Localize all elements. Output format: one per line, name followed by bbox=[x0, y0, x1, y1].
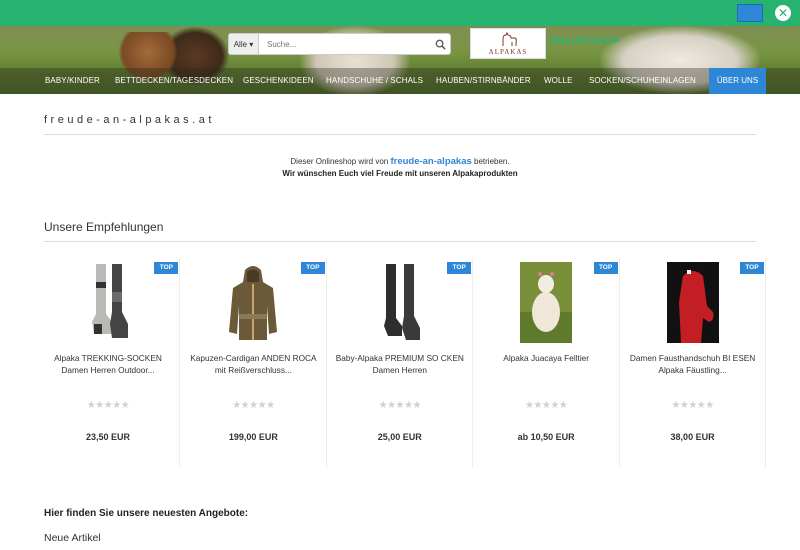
new-items-heading: Neue Artikel bbox=[44, 532, 101, 544]
logo-text: ALPAKAS bbox=[488, 48, 528, 56]
divider bbox=[44, 241, 756, 242]
product-card[interactable]: TOP Kapuzen-Cardigan ANDEN ROCA mit Reiß… bbox=[180, 258, 327, 468]
divider bbox=[44, 134, 756, 135]
banner-action-button[interactable] bbox=[737, 4, 763, 22]
top-badge: TOP bbox=[447, 262, 472, 274]
top-banner: ✕ bbox=[0, 0, 800, 26]
rating-stars: ★★★★★ bbox=[525, 400, 568, 411]
top-badge: TOP bbox=[739, 262, 764, 274]
mitten-image[interactable] bbox=[666, 262, 719, 343]
rating-stars: ★★★★★ bbox=[378, 400, 422, 411]
product-price: 199,00 EUR bbox=[228, 432, 278, 442]
product-card[interactable]: TOP Alpaka TREKKING-SOCKEN Damen Herren … bbox=[34, 258, 181, 468]
product-name[interactable]: Damen Fausthandschuh BI ESEN Alpaka Fäus… bbox=[626, 352, 760, 376]
top-badge: TOP bbox=[593, 262, 618, 274]
rating-stars: ★★★★★ bbox=[671, 400, 714, 411]
premium-socks-image[interactable] bbox=[373, 262, 426, 343]
product-card[interactable]: TOP Damen Fausthandschuh BI ESEN Alpaka … bbox=[620, 258, 766, 468]
product-price: 25,00 EUR bbox=[377, 432, 422, 442]
nav-item-ueber-uns[interactable]: ÜBER UNS bbox=[709, 68, 766, 94]
rating-stars: ★★★★★ bbox=[86, 400, 130, 411]
recommendations-heading: Unsere Empfehlungen bbox=[44, 220, 164, 234]
header: Alle ▾ ALPAKAS ONLINESHOP BABY/KINDER BE… bbox=[0, 26, 800, 94]
nav-item-handschuhe[interactable]: HANDSCHUHE / SCHALS bbox=[326, 68, 423, 94]
search-bar: Alle ▾ bbox=[228, 33, 451, 55]
cardigan-image[interactable] bbox=[227, 262, 280, 343]
intro-subtext: Wir wünschen Euch viel Freude mit unsere… bbox=[282, 169, 518, 178]
nav-item-geschenkideen[interactable]: GESCHENKIDEEN bbox=[243, 68, 314, 94]
search-icon[interactable] bbox=[430, 34, 450, 54]
rating-stars: ★★★★★ bbox=[232, 400, 275, 411]
product-card[interactable]: TOP Alpaka Juacaya Felltier ★★★★★ ab 10,… bbox=[473, 258, 620, 468]
search-input[interactable] bbox=[259, 39, 430, 49]
brand-link[interactable]: freude-an-alpakas bbox=[390, 156, 471, 167]
felltier-image[interactable] bbox=[520, 262, 573, 343]
intro-text-suffix: betrieben. bbox=[474, 157, 510, 166]
intro-text-prefix: Dieser Onlineshop wird von bbox=[290, 157, 389, 166]
product-name[interactable]: Kapuzen-Cardigan ANDEN ROCA mit Reißvers… bbox=[186, 352, 320, 376]
site-logo[interactable]: ALPAKAS bbox=[470, 28, 546, 59]
product-name[interactable]: Baby-Alpaka PREMIUM SO CKEN Damen Herren bbox=[333, 352, 467, 376]
page-title: freude-an-alpakas.at bbox=[44, 114, 215, 126]
nav-item-wolle[interactable]: WOLLE bbox=[544, 68, 573, 94]
top-badge: TOP bbox=[300, 262, 325, 274]
offers-heading: Hier finden Sie unsere neuesten Angebote… bbox=[44, 508, 249, 519]
main-nav: BABY/KINDER BETTDECKEN/TAGESDECKEN GESCH… bbox=[0, 68, 800, 94]
nav-item-socken[interactable]: SOCKEN/SCHUHEINLAGEN bbox=[589, 68, 696, 94]
product-name[interactable]: Alpaka Juacaya Felltier bbox=[479, 352, 613, 364]
product-price: 23,50 EUR bbox=[85, 432, 131, 442]
search-category-select[interactable]: Alle ▾ bbox=[229, 34, 259, 54]
product-card[interactable]: TOP Baby-Alpaka PREMIUM SO CKEN Damen He… bbox=[327, 258, 474, 468]
product-price: ab 10,50 EUR bbox=[517, 432, 575, 442]
product-price: 38,00 EUR bbox=[670, 432, 715, 442]
alpaca-logo-icon bbox=[502, 32, 517, 46]
onlineshop-label: ONLINESHOP bbox=[549, 36, 621, 47]
nav-item-baby-kinder[interactable]: BABY/KINDER bbox=[45, 68, 100, 94]
close-icon[interactable]: ✕ bbox=[775, 5, 791, 21]
product-list: TOP Alpaka TREKKING-SOCKEN Damen Herren … bbox=[34, 258, 766, 468]
product-name[interactable]: Alpaka TREKKING-SOCKEN Damen Herren Outd… bbox=[41, 352, 175, 376]
top-badge: TOP bbox=[154, 262, 179, 274]
trekking-socks-image[interactable] bbox=[82, 262, 134, 343]
intro-text: Dieser Onlineshop wird von freude-an-alp… bbox=[0, 156, 800, 167]
nav-item-bettdecken[interactable]: BETTDECKEN/TAGESDECKEN bbox=[115, 68, 233, 94]
nav-item-hauben[interactable]: HAUBEN/STIRNBÄNDER bbox=[436, 68, 531, 94]
